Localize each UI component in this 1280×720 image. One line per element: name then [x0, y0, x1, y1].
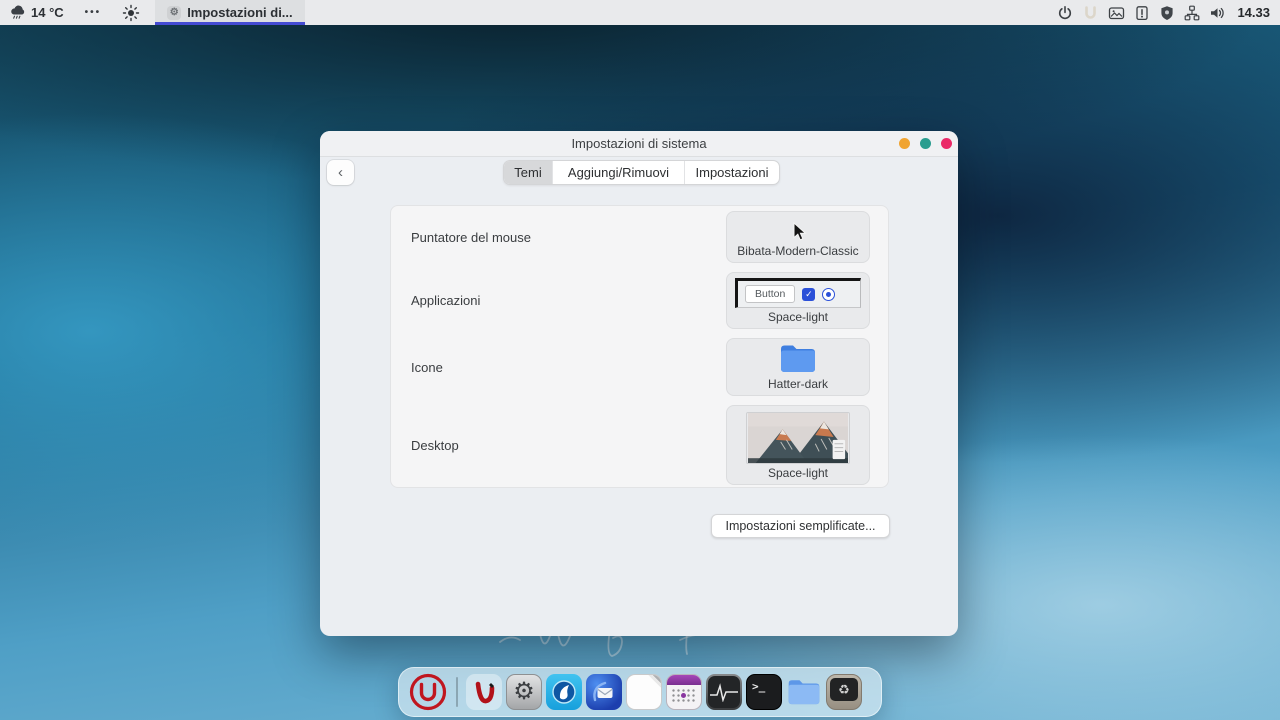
overflow-menu[interactable]: •••: [73, 7, 114, 18]
settings-window: Impostazioni di sistema ‹ Temi Aggiungi/…: [320, 131, 958, 636]
tab-bar: Temi Aggiungi/Rimuovi Impostazioni: [503, 160, 780, 185]
window-controls: [899, 131, 952, 156]
close-button[interactable]: [941, 138, 952, 149]
calendar-grid: [671, 688, 697, 704]
shield-icon[interactable]: [1159, 5, 1175, 21]
terminal-icon[interactable]: >_: [746, 674, 782, 710]
folder-icon: [778, 342, 818, 375]
widget-style-preview: Button ✓: [735, 278, 861, 308]
row-label: Desktop: [391, 438, 726, 453]
terminal-prompt: >_: [747, 675, 765, 693]
minimize-button[interactable]: [899, 138, 910, 149]
maximize-button[interactable]: [920, 138, 931, 149]
back-chevron-icon: ‹: [338, 164, 343, 181]
theme-row-desktop: Desktop: [391, 405, 870, 485]
active-tab-underline: [155, 22, 304, 25]
icon-theme-name: Hatter-dark: [768, 377, 828, 391]
thunderbird-mail-icon[interactable]: [586, 674, 622, 710]
calendar-header: [667, 675, 701, 685]
system-monitor-icon[interactable]: [706, 674, 742, 710]
clock[interactable]: 14.33: [1237, 5, 1270, 20]
update-box-icon[interactable]: [1134, 5, 1150, 21]
ubuntu-u-logo-icon[interactable]: [1082, 5, 1099, 21]
desktop-theme-card[interactable]: Space-light: [726, 405, 870, 485]
tab-aggiungi-rimuovi[interactable]: Aggiungi/Rimuovi: [552, 161, 685, 184]
trash-icon[interactable]: ♻: [826, 674, 862, 710]
preview-checkbox-icon: ✓: [802, 288, 815, 301]
row-label: Icone: [391, 360, 726, 375]
window-toolbar: ‹ Temi Aggiungi/Rimuovi Impostazioni: [320, 160, 958, 185]
rain-cloud-icon: [9, 4, 26, 21]
gear-icon: ⚙: [167, 6, 181, 20]
screenshot-image-icon[interactable]: [1108, 5, 1125, 21]
dock: ⚙ >_ ♻: [398, 667, 882, 717]
icon-theme-card[interactable]: Hatter-dark: [726, 338, 870, 396]
brightness-sun-icon: [122, 4, 140, 22]
weather-widget[interactable]: 14 °C: [0, 0, 73, 25]
trash-opening: ♻: [830, 678, 858, 701]
simplified-settings-button[interactable]: Impostazioni semplificate...: [711, 514, 890, 538]
wallpaper-thumbnail: [746, 412, 850, 464]
network-nodes-icon[interactable]: [1184, 5, 1200, 21]
cursor-theme-card[interactable]: Bibata-Modern-Classic: [726, 211, 870, 263]
themes-panel: Puntatore del mouse Bibata-Modern-Classi…: [390, 205, 889, 488]
file-manager-icon[interactable]: [786, 674, 822, 710]
weather-temp: 14 °C: [31, 5, 64, 20]
power-icon[interactable]: [1057, 5, 1073, 21]
theme-row-mouse-pointer: Puntatore del mouse Bibata-Modern-Classi…: [391, 211, 870, 263]
row-label: Puntatore del mouse: [391, 230, 726, 245]
ubuntudde-logo-icon[interactable]: [408, 672, 448, 712]
window-title: Impostazioni di sistema: [571, 136, 706, 151]
application-theme-card[interactable]: Button ✓ Space-light: [726, 272, 870, 329]
calendar-icon[interactable]: [666, 674, 702, 710]
tab-impostazioni[interactable]: Impostazioni: [685, 161, 779, 184]
top-panel: 14 °C ••• ⚙ Impostazioni di...: [0, 0, 1280, 25]
preview-button: Button: [745, 285, 795, 303]
browser-icon[interactable]: [546, 674, 582, 710]
theme-row-icons: Icone Hatter-dark: [391, 338, 870, 396]
window-titlebar[interactable]: Impostazioni di sistema: [320, 131, 958, 157]
cursor-theme-name: Bibata-Modern-Classic: [737, 244, 858, 258]
preview-radio-icon: [822, 288, 835, 301]
volume-icon[interactable]: [1209, 5, 1226, 21]
dock-separator: [456, 677, 458, 707]
desktop-theme-name: Space-light: [768, 466, 828, 480]
ubuntudde-welcome-icon[interactable]: [466, 674, 502, 710]
text-editor-icon[interactable]: [626, 674, 662, 710]
active-app-label: Impostazioni di...: [187, 5, 292, 20]
application-theme-name: Space-light: [768, 310, 828, 324]
tab-temi[interactable]: Temi: [504, 161, 552, 184]
theme-row-applications: Applicazioni Button ✓ Space-light: [391, 272, 870, 329]
row-label: Applicazioni: [391, 293, 726, 308]
cursor-arrow-icon: [790, 222, 807, 242]
back-button[interactable]: ‹: [327, 160, 354, 185]
brightness-control[interactable]: [113, 0, 149, 25]
active-app-tab[interactable]: ⚙ Impostazioni di...: [155, 0, 304, 25]
settings-gear-icon[interactable]: ⚙: [506, 674, 542, 710]
